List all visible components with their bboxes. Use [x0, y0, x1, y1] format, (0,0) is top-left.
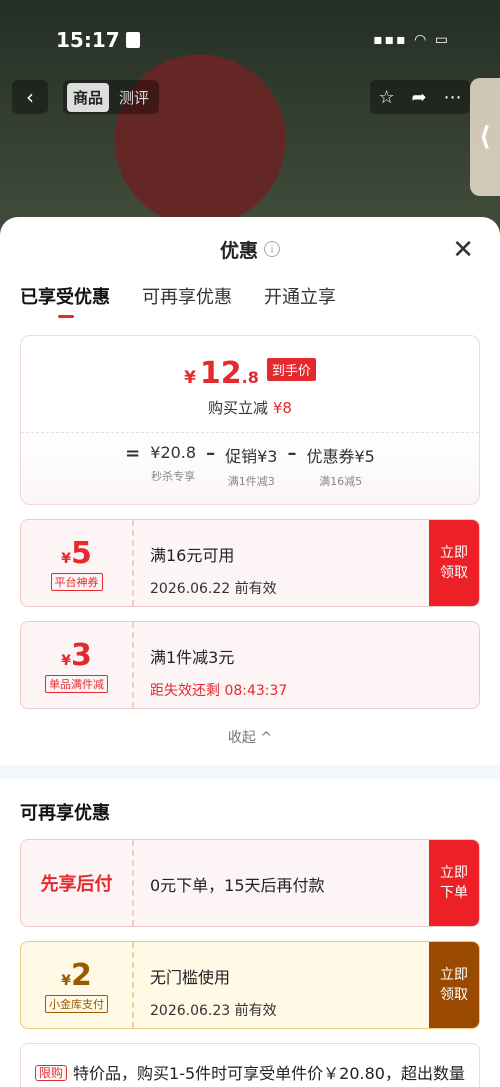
back-button[interactable]: ‹ — [12, 80, 48, 114]
coupon-item-discount: ¥3 单品满件减 满1件减3元 距失效还剩 08:43:37 — [20, 621, 480, 709]
coupon-expiry: 2026.06.22 前有效 — [150, 581, 277, 597]
more-icon[interactable]: ⋯ — [444, 87, 462, 108]
coupon-platform: ¥5 平台神券 满16元可用 2026.06.22 前有效 立即领取 — [20, 519, 480, 607]
currency-symbol: ¥ — [184, 368, 196, 388]
reduce-value: ¥8 — [272, 399, 292, 417]
price-integer: 12 — [199, 356, 242, 391]
share-icon[interactable]: ➦ — [412, 87, 427, 108]
breakdown-item: 促销¥3 满1件减3 — [225, 443, 277, 489]
currency-symbol: ¥ — [61, 972, 71, 989]
close-button[interactable]: ✕ — [452, 235, 474, 265]
currency-symbol: ¥ — [61, 652, 71, 669]
discount-sheet: 优惠 i ✕ 已享受优惠 可再享优惠 开通立享 ¥ 12 .8 到手价 购买立减… — [0, 217, 500, 1087]
coupon-amount-block: ¥2 小金库支付 — [21, 942, 134, 1028]
price-decimal: .8 — [241, 368, 259, 387]
limit-badge: 限购 — [35, 1065, 68, 1081]
breakdown-value: 促销¥3 — [225, 447, 278, 466]
sheet-title: 优惠 — [219, 239, 258, 262]
coupon-tag: 平台神券 — [50, 572, 103, 591]
status-time: 15:17 — [56, 28, 140, 52]
profile-icon — [125, 32, 140, 48]
coupon-countdown: 距失效还剩 08:43:37 — [150, 683, 288, 699]
breakdown-item: ¥20.8 秒杀专享 — [150, 443, 196, 484]
coupon-condition: 满1件减3元 — [150, 648, 235, 667]
breakdown-item: 优惠券¥5 满16减5 — [306, 443, 374, 489]
final-price: ¥ 12 .8 到手价 — [21, 356, 479, 391]
reduce-line: 购买立减 ¥8 — [21, 397, 479, 418]
breakdown-sub: 满16减5 — [319, 475, 363, 488]
coupon-condition: 满16元可用 — [150, 546, 235, 565]
breakdown-value: ¥20.8 — [150, 443, 197, 462]
segment-tabs: 已享受优惠 可再享优惠 开通立享 — [0, 281, 500, 321]
star-icon[interactable]: ☆ — [378, 87, 394, 108]
price-summary: ¥ 12 .8 到手价 购买立减 ¥8 = ¥20.8 秒杀专享 – 促销¥3 … — [20, 335, 480, 505]
tab-enjoyed[interactable]: 已享受优惠 — [20, 281, 110, 318]
claim-button[interactable]: 立即领取 — [429, 942, 479, 1028]
breakdown-sub: 秒杀专享 — [151, 470, 196, 483]
offer-label: 先享后付 — [40, 874, 113, 895]
coupon-amount: 3 — [70, 637, 92, 673]
coupon-tag: 小金库支付 — [45, 994, 108, 1013]
price-breakdown: = ¥20.8 秒杀专享 – 促销¥3 满1件减3 – 优惠券¥5 满16减5 — [21, 443, 479, 489]
tab-product[interactable]: 商品 — [67, 82, 110, 112]
coupon-amount-block: ¥3 单品满件减 — [21, 622, 134, 708]
offer-gold-vault: ¥2 小金库支付 无门槛使用 2026.06.23 前有效 立即领取 — [20, 941, 480, 1029]
tab-more-offers[interactable]: 可再享优惠 — [142, 281, 232, 309]
collapse-button[interactable]: 收起 ^ — [0, 727, 500, 747]
coupon-info: 满16元可用 2026.06.22 前有效 — [134, 520, 429, 606]
offer-desc: 0元下单，15天后再付款 — [150, 876, 325, 895]
coupon-amount: 5 — [70, 535, 92, 571]
equals-sign: = — [125, 443, 141, 464]
tab-review[interactable]: 测评 — [113, 83, 155, 112]
breakdown-sub: 满1件减3 — [227, 475, 275, 488]
reduce-label: 购买立减 — [208, 399, 269, 417]
order-button[interactable]: 立即下单 — [429, 840, 479, 926]
minus-sign: – — [287, 443, 297, 464]
coupon-info: 满1件减3元 距失效还剩 08:43:37 — [134, 622, 479, 708]
tab-activate[interactable]: 开通立享 — [264, 281, 336, 309]
coupon-expiry: 2026.06.23 前有效 — [150, 1003, 277, 1019]
section-gap — [0, 765, 500, 779]
top-nav: ‹ 商品 测评 ☆ ➦ ⋯ — [12, 80, 500, 114]
coupon-amount: 2 — [70, 957, 92, 993]
divider — [21, 432, 479, 433]
coupon-info: 无门槛使用 2026.06.23 前有效 — [134, 942, 429, 1028]
section-title: 可再享优惠 — [20, 803, 110, 824]
minus-sign: – — [206, 443, 216, 464]
price-tag-badge: 到手价 — [266, 358, 316, 381]
purchase-limit-note: 限购特价品，购买1-5件时可享受单件价￥20.80，超出数量或优惠库存以结算价为… — [20, 1043, 480, 1087]
offer-info: 0元下单，15天后再付款 — [134, 840, 429, 926]
offer-label-block: 先享后付 — [21, 840, 134, 926]
product-tabs: 商品 测评 — [63, 80, 160, 114]
nav-actions: ☆ ➦ ⋯ — [370, 80, 470, 114]
breakdown-value: 优惠券¥5 — [306, 447, 375, 466]
offer-pay-later: 先享后付 0元下单，15天后再付款 立即下单 — [20, 839, 480, 927]
status-icons: ▪▪▪ ◠ ▭ — [373, 32, 450, 48]
limit-text: 特价品，购买1-5件时可享受单件价￥20.80，超出数量或优惠库存以结算价为准，… — [73, 1064, 465, 1083]
sheet-header: 优惠 i ✕ — [0, 217, 500, 281]
claim-button[interactable]: 立即领取 — [429, 520, 479, 606]
coupon-amount-block: ¥5 平台神券 — [21, 520, 134, 606]
coupon-condition: 无门槛使用 — [150, 968, 231, 987]
side-panel-handle[interactable]: ⟨ — [470, 78, 500, 196]
coupon-tag: 单品满件减 — [45, 674, 108, 693]
currency-symbol: ¥ — [61, 550, 71, 567]
info-icon[interactable]: i — [264, 241, 280, 257]
